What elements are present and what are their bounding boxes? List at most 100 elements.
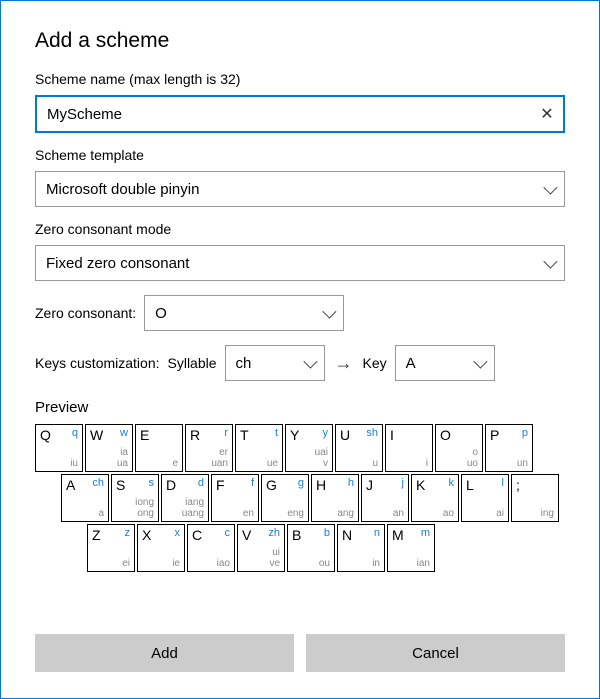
add-button[interactable]: Add — [35, 634, 294, 672]
zero-consonant-value: O — [155, 305, 323, 322]
key-consonant-label: w — [120, 427, 128, 439]
key-consonant-label: j — [402, 477, 404, 489]
key-consonant-label: t — [275, 427, 278, 439]
scheme-name-input[interactable] — [37, 97, 531, 131]
scheme-name-label: Scheme name (max length is 32) — [35, 71, 565, 87]
key-vowel-label: e — [172, 458, 178, 469]
key-main-label: M — [392, 527, 404, 543]
keyboard-key: Oo uo — [435, 424, 483, 472]
preview-label: Preview — [35, 399, 565, 416]
key-main-label: T — [240, 427, 249, 443]
key-consonant-label: s — [149, 477, 155, 489]
key-vowel-label: er uan — [211, 447, 228, 469]
key-dropdown[interactable]: A — [395, 345, 495, 381]
key-vowel-label: iong ong — [135, 497, 154, 519]
key-main-label: U — [340, 427, 350, 443]
keyboard-key: Xxie — [137, 524, 185, 572]
arrow-right-icon: → — [333, 353, 355, 374]
key-main-label: P — [490, 427, 499, 443]
keyboard-key: Qq iu — [35, 424, 83, 472]
keyboard-row: QqiuWwia uaEeRrer uanTtueYyuai vUshuIiOo… — [35, 424, 565, 472]
chevron-down-icon — [323, 305, 337, 319]
zero-mode-dropdown[interactable]: Fixed zero consonant — [35, 245, 565, 281]
scheme-name-input-wrap: ✕ — [35, 95, 565, 133]
key-vowel-label: eng — [287, 508, 304, 519]
keyboard-key: ; ing — [511, 474, 559, 522]
key-consonant-label: q — [72, 427, 78, 439]
key-main-label: K — [416, 477, 425, 493]
keyboard-key: Ddiang uang — [161, 474, 209, 522]
keyboard-key: Ll ai — [461, 474, 509, 522]
key-main-label: V — [242, 527, 251, 543]
key-vowel-label: iu — [70, 458, 78, 469]
scheme-template-label: Scheme template — [35, 147, 565, 163]
keyboard-key: Yyuai v — [285, 424, 333, 472]
key-main-label: ; — [516, 477, 520, 493]
key-main-label: H — [316, 477, 326, 493]
zero-mode-block: Zero consonant mode Fixed zero consonant — [35, 221, 565, 281]
zero-mode-value: Fixed zero consonant — [46, 255, 544, 272]
keyboard-row: ZzeiXxieCciaoVzhui veBbouNninMmian — [35, 524, 565, 572]
key-consonant-label: l — [502, 477, 504, 489]
key-vowel-label: ou — [319, 558, 330, 569]
keyboard-key: Hhang — [311, 474, 359, 522]
key-consonant-label: b — [324, 527, 330, 539]
clear-scheme-name-icon[interactable]: ✕ — [531, 104, 563, 124]
keys-customization-label: Keys customization: — [35, 355, 160, 371]
keyboard-key: Nnin — [337, 524, 385, 572]
keyboard-key: Ffen — [211, 474, 259, 522]
key-consonant-label: z — [125, 527, 131, 539]
key-consonant-label: y — [323, 427, 329, 439]
key-main-label: B — [292, 527, 301, 543]
dialog-title: Add a scheme — [35, 29, 565, 53]
chevron-down-icon — [543, 255, 557, 269]
keyboard-key: Acha — [61, 474, 109, 522]
keyboard-key: Cciao — [187, 524, 235, 572]
key-main-label: O — [440, 427, 451, 443]
key-consonant-label: d — [198, 477, 204, 489]
key-consonant-label: r — [224, 427, 228, 439]
key-main-label: Q — [40, 427, 51, 443]
keyboard-key: Ggeng — [261, 474, 309, 522]
key-consonant-label: m — [421, 527, 430, 539]
keyboard-key: Zz ei — [87, 524, 135, 572]
key-vowel-label: ia ua — [117, 447, 128, 469]
syllable-label: Syllable — [168, 355, 217, 371]
key-consonant-label: ch — [92, 477, 104, 489]
keyboard-key: Rr er uan — [185, 424, 233, 472]
key-vowel-label: uai v — [315, 447, 328, 469]
chevron-down-icon — [303, 355, 317, 369]
key-vowel-label: ei — [122, 558, 130, 569]
syllable-value: ch — [236, 355, 304, 372]
key-vowel-label: ing — [541, 508, 554, 519]
chevron-down-icon — [543, 181, 557, 195]
keyboard-key: Ww ia ua — [85, 424, 133, 472]
key-consonant-label: k — [449, 477, 455, 489]
key-main-label: N — [342, 527, 352, 543]
key-main-label: W — [90, 427, 103, 443]
scheme-template-dropdown[interactable]: Microsoft double pinyin — [35, 171, 565, 207]
key-vowel-label: ai — [496, 508, 504, 519]
keyboard-preview: QqiuWwia uaEeRrer uanTtueYyuai vUshuIiOo… — [35, 424, 565, 572]
key-main-label: R — [190, 427, 200, 443]
key-consonant-label: n — [374, 527, 380, 539]
keyboard-row: AchaSsiong ongDdiang uangFfenGgengHhangJ… — [35, 474, 565, 522]
key-consonant-label: zh — [268, 527, 280, 539]
keyboard-key: Ee — [135, 424, 183, 472]
key-vowel-label: ao — [443, 508, 454, 519]
dialog-button-row: Add Cancel — [35, 634, 565, 672]
key-vowel-label: ie — [172, 558, 180, 569]
key-consonant-label: c — [225, 527, 231, 539]
key-vowel-label: iang uang — [182, 497, 204, 519]
syllable-dropdown[interactable]: ch — [225, 345, 325, 381]
key-value: A — [406, 355, 474, 372]
key-consonant-label: p — [522, 427, 528, 439]
cancel-button[interactable]: Cancel — [306, 634, 565, 672]
add-scheme-dialog: Add a scheme Scheme name (max length is … — [0, 0, 600, 699]
zero-consonant-dropdown[interactable]: O — [144, 295, 344, 331]
key-consonant-label: h — [348, 477, 354, 489]
key-consonant-label: x — [175, 527, 181, 539]
key-main-label: Z — [92, 527, 101, 543]
key-main-label: L — [466, 477, 474, 493]
key-vowel-label: a — [98, 508, 104, 519]
